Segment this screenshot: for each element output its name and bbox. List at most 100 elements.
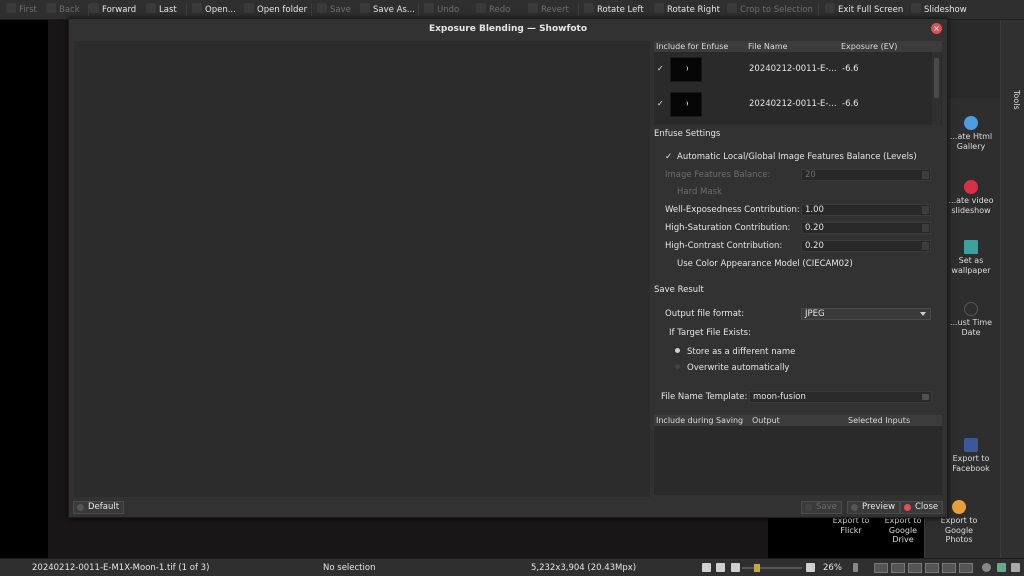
video-slideshow-icon bbox=[964, 180, 978, 194]
tool-video-slideshow[interactable]: ...ate video slideshow bbox=[941, 180, 1001, 215]
thumbnail bbox=[670, 92, 702, 117]
table-row[interactable]: ✓ 20240212-0011-E-... -6.6 bbox=[654, 90, 934, 120]
layout-button-1[interactable] bbox=[874, 563, 888, 573]
output-files-table: Include during Saving Output Selected In… bbox=[654, 415, 942, 495]
layout-button-3[interactable] bbox=[908, 563, 922, 573]
include-checkbox[interactable]: ✓ bbox=[657, 99, 664, 108]
layout-button-2[interactable] bbox=[891, 563, 905, 573]
fullscreen-icon bbox=[825, 3, 835, 13]
crop-button[interactable]: Crop to Selection bbox=[727, 0, 813, 20]
tool-set-wallpaper[interactable]: Set as wallpaper bbox=[941, 240, 1001, 275]
tab-tools[interactable]: Tools bbox=[1006, 84, 1024, 124]
clear-icon[interactable] bbox=[922, 394, 929, 400]
scrollbar[interactable] bbox=[932, 52, 941, 125]
rotate-left-button[interactable]: Rotate Left bbox=[584, 0, 644, 20]
auto-balance-checkbox[interactable]: ✓ Automatic Local/Global Image Features B… bbox=[665, 152, 917, 162]
close-button[interactable]: Close bbox=[900, 501, 944, 514]
spin-arrows-icon[interactable] bbox=[922, 171, 929, 179]
zoom-out-icon[interactable] bbox=[731, 563, 740, 572]
status-filename: 20240212-0011-E-M1X-Moon-1.tif (1 of 3) bbox=[32, 563, 210, 573]
col-filename[interactable]: File Name bbox=[748, 41, 788, 52]
enfuse-settings-title: Enfuse Settings bbox=[654, 129, 721, 139]
open-button[interactable]: Open... bbox=[192, 0, 236, 20]
high-contrast-label: High-Contrast Contribution: bbox=[665, 241, 783, 251]
layout-button-5[interactable] bbox=[942, 563, 956, 573]
crop-icon bbox=[727, 3, 737, 13]
hard-mask-checkbox[interactable]: Hard Mask bbox=[665, 187, 722, 197]
exposure-value: -6.6 bbox=[842, 64, 859, 74]
zoom-100-icon[interactable] bbox=[716, 563, 725, 572]
status-selection: No selection bbox=[323, 563, 376, 573]
settings-icon[interactable] bbox=[982, 563, 991, 572]
wallpaper-icon bbox=[964, 240, 978, 254]
revert-button[interactable]: Revert bbox=[528, 0, 569, 20]
col-exposure[interactable]: Exposure (EV) bbox=[841, 41, 897, 52]
chevron-down-icon bbox=[920, 312, 926, 316]
exposure-value: -6.6 bbox=[842, 99, 859, 109]
tool-export-facebook[interactable]: Export to Facebook bbox=[941, 438, 1001, 473]
well-exposed-spinbox[interactable]: 1.00 bbox=[801, 204, 931, 216]
blend-preview-area bbox=[74, 41, 650, 497]
col-include[interactable]: Include for Enfuse bbox=[656, 41, 728, 52]
forward-button[interactable]: Forward bbox=[89, 0, 136, 20]
col-include-saving[interactable]: Include during Saving bbox=[656, 415, 743, 426]
first-button[interactable]: First bbox=[6, 0, 37, 20]
zoom-in-icon[interactable] bbox=[806, 563, 815, 572]
spin-arrows-icon[interactable] bbox=[922, 242, 929, 250]
back-button[interactable]: Back bbox=[46, 0, 80, 20]
save-button[interactable]: Save bbox=[317, 0, 351, 20]
rotate-left-icon bbox=[584, 3, 594, 13]
scrollbar-handle[interactable] bbox=[934, 58, 939, 98]
default-button[interactable]: Default bbox=[73, 501, 125, 514]
layout-button-6[interactable] bbox=[959, 563, 973, 573]
zoom-dropdown-icon[interactable] bbox=[853, 563, 858, 572]
high-contrast-spinbox[interactable]: 0.20 bbox=[801, 240, 931, 252]
exit-fullscreen-button[interactable]: Exit Full Screen bbox=[825, 0, 903, 20]
redo-icon bbox=[476, 3, 486, 13]
color-manage-icon[interactable] bbox=[997, 563, 1006, 572]
html-gallery-icon bbox=[964, 116, 978, 130]
file-template-input[interactable]: moon-fusion bbox=[749, 391, 932, 403]
save-as-button[interactable]: Save As... bbox=[360, 0, 415, 20]
undo-button[interactable]: Undo bbox=[424, 0, 459, 20]
toolbar-separator bbox=[311, 4, 312, 16]
clock-icon bbox=[964, 302, 978, 316]
redo-button[interactable]: Redo bbox=[476, 0, 510, 20]
close-icon[interactable]: × bbox=[931, 23, 942, 34]
preview-button[interactable]: Preview bbox=[847, 501, 901, 514]
checkmark-icon: ✓ bbox=[665, 152, 673, 162]
store-different-name-radio[interactable]: Store as a different name bbox=[675, 347, 795, 357]
thumbnail bbox=[670, 57, 702, 82]
open-folder-button[interactable]: Open folder bbox=[244, 0, 307, 20]
status-bar: 20240212-0011-E-M1X-Moon-1.tif (1 of 3) … bbox=[0, 558, 1024, 576]
spin-arrows-icon[interactable] bbox=[922, 224, 929, 232]
include-checkbox[interactable]: ✓ bbox=[657, 64, 664, 73]
table-row[interactable]: ✓ 20240212-0011-E-... -6.6 bbox=[654, 55, 934, 85]
output-format-label: Output file format: bbox=[665, 309, 745, 319]
col-selected-inputs[interactable]: Selected Inputs bbox=[848, 415, 910, 426]
features-balance-spinbox[interactable]: 20 bbox=[801, 169, 931, 181]
dialog-save-button[interactable]: Save bbox=[801, 501, 842, 514]
layout-button-4[interactable] bbox=[925, 563, 939, 573]
last-button[interactable]: Last bbox=[146, 0, 177, 20]
rotate-right-button[interactable]: Rotate Right bbox=[654, 0, 720, 20]
zoom-slider[interactable] bbox=[742, 564, 802, 572]
spin-arrows-icon[interactable] bbox=[922, 206, 929, 214]
col-output[interactable]: Output bbox=[752, 415, 780, 426]
tool-html-gallery[interactable]: ...ate Html Gallery bbox=[941, 116, 1001, 151]
zoom-level[interactable]: 26% bbox=[823, 559, 842, 576]
tool-adjust-time[interactable]: ...ust Time Date bbox=[941, 302, 1001, 337]
slideshow-button[interactable]: Slideshow bbox=[911, 0, 967, 20]
radio-empty-icon bbox=[675, 364, 680, 369]
save-as-icon bbox=[360, 3, 370, 13]
output-format-select[interactable]: JPEG bbox=[801, 308, 931, 320]
overwrite-radio[interactable]: Overwrite automatically bbox=[675, 363, 789, 373]
features-balance-label: Image Features Balance: bbox=[665, 170, 771, 180]
high-saturation-spinbox[interactable]: 0.20 bbox=[801, 222, 931, 234]
ciecam-checkbox[interactable]: Use Color Appearance Model (CIECAM02) bbox=[665, 259, 853, 269]
zoom-slider-handle[interactable] bbox=[754, 564, 760, 572]
zoom-fit-icon[interactable] bbox=[702, 563, 711, 572]
menu-icon[interactable] bbox=[1011, 563, 1020, 572]
toolbar-separator bbox=[818, 4, 819, 16]
reset-icon bbox=[77, 504, 84, 511]
